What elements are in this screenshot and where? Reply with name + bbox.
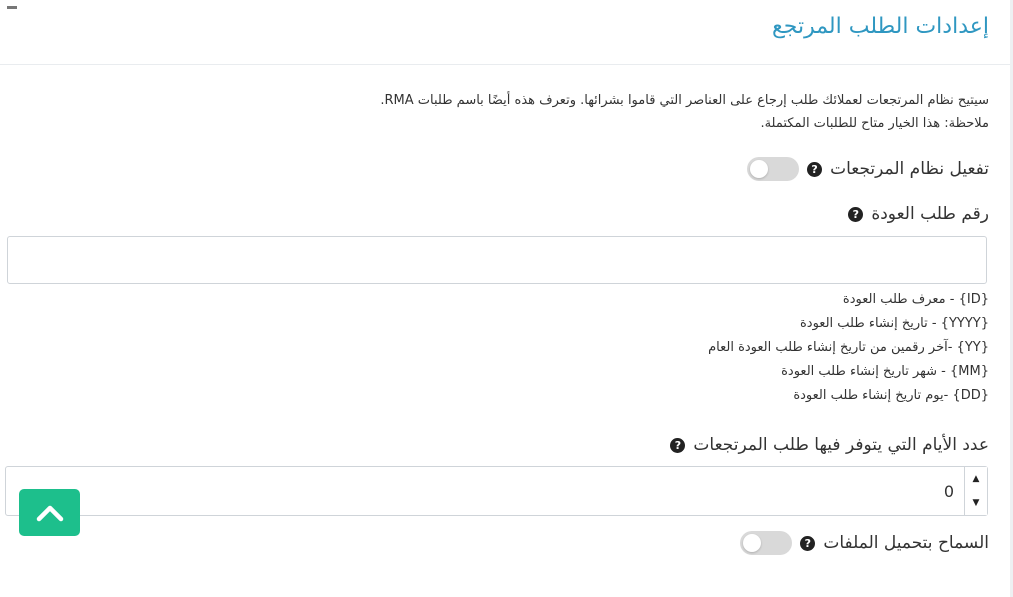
allow-uploads-label: السماح بتحميل الملفات: [823, 533, 989, 553]
toggle-knob: [743, 534, 762, 552]
panel-header: إعدادات الطلب المرتجع: [0, 0, 1013, 65]
help-icon[interactable]: ?: [848, 206, 864, 222]
allow-uploads-toggle[interactable]: [740, 531, 793, 555]
hint-line: {YYYY} - تاريخ إنشاء طلب العودة: [799, 316, 989, 331]
enable-returns-label: تفعيل نظام المرتجعات: [830, 159, 989, 179]
help-icon[interactable]: ?: [800, 535, 816, 551]
return-days-input[interactable]: 0 ▲ ▼: [5, 466, 988, 516]
spin-down-icon[interactable]: ▼: [964, 491, 987, 515]
return-days-row: عدد الأيام التي يتوفر فيها طلب المرتجعات…: [670, 435, 989, 455]
hint-line: {YY} -آخر رقمين من تاريخ إنشاء طلب العود…: [708, 340, 989, 355]
return-days-value[interactable]: 0: [944, 482, 954, 501]
return-days-label: عدد الأيام التي يتوفر فيها طلب المرتجعات: [693, 435, 989, 455]
minus-icon[interactable]: [7, 6, 17, 9]
enable-returns-row: تفعيل نظام المرتجعات ?: [747, 157, 989, 181]
page-title: إعدادات الطلب المرتجع: [772, 14, 989, 39]
hint-line: {ID} - معرف طلب العودة: [842, 292, 989, 307]
hint-line: {MM} - شهر تاريخ إنشاء طلب العودة: [781, 364, 989, 379]
allow-uploads-row: السماح بتحميل الملفات ?: [740, 531, 989, 555]
description-note: ملاحظة: هذا الخيار متاح للطلبات المكتملة…: [760, 116, 989, 131]
enable-returns-toggle[interactable]: [747, 157, 800, 181]
chevron-up-icon: [36, 505, 63, 521]
spin-up-icon[interactable]: ▲: [964, 467, 987, 492]
return-number-label: رقم طلب العودة: [871, 204, 989, 224]
return-number-hints: {ID} - معرف طلب العودة {YYYY} - تاريخ إن…: [708, 288, 989, 408]
description-line: سيتيح نظام المرتجعات لعملائك طلب إرجاع ع…: [380, 93, 989, 108]
returns-description: سيتيح نظام المرتجعات لعملائك طلب إرجاع ع…: [289, 89, 989, 135]
toggle-knob: [750, 160, 769, 178]
help-icon[interactable]: ?: [807, 161, 823, 177]
help-icon[interactable]: ?: [670, 437, 686, 453]
hint-line: {DD} -يوم تاريخ إنشاء طلب العودة: [793, 388, 989, 403]
return-number-input[interactable]: [7, 236, 987, 284]
back-to-top-button[interactable]: [19, 489, 80, 536]
return-number-row: رقم طلب العودة ?: [848, 204, 989, 224]
